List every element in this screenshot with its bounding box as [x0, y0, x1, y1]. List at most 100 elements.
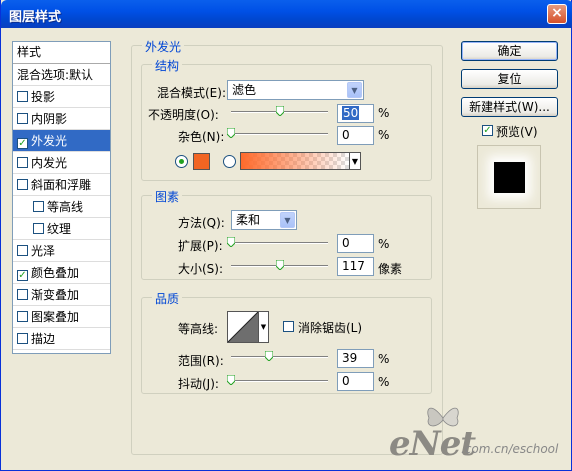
gradient-dropdown-icon[interactable]: ▼ — [350, 152, 361, 170]
style-item-label: 内发光 — [31, 156, 68, 170]
opacity-value: 50 — [342, 106, 360, 120]
contour-label: 等高线: — [178, 322, 219, 336]
preview-label[interactable]: 预览(V) — [496, 123, 538, 140]
method-value: 柔和 — [236, 213, 261, 227]
noise-slider[interactable] — [227, 128, 328, 138]
jitter-label: 抖动(J): — [178, 377, 219, 391]
style-item[interactable]: ✓ 颜色叠加 — [13, 262, 110, 284]
spread-unit: % — [378, 237, 390, 251]
watermark: eNet .com.cn/eschool — [389, 400, 569, 466]
noise-slider-thumb[interactable] — [227, 128, 235, 138]
close-button[interactable]: × — [547, 4, 567, 24]
chevron-down-icon: ▼ — [280, 212, 295, 228]
reset-button[interactable]: 复位 — [461, 69, 558, 89]
style-item-label: 光泽 — [31, 244, 56, 258]
quality-title: 品质 — [152, 290, 183, 307]
checkbox[interactable] — [17, 179, 28, 190]
checkbox[interactable] — [17, 113, 28, 124]
checked-checkbox[interactable]: ✓ — [17, 138, 28, 149]
style-item[interactable]: 渐变叠加 — [13, 284, 110, 306]
checkbox[interactable] — [33, 201, 44, 212]
style-item[interactable]: 光泽 — [13, 240, 110, 262]
noise-label: 杂色(N): — [178, 130, 225, 144]
style-item[interactable]: 纹理 — [13, 218, 110, 240]
structure-title: 结构 — [152, 57, 183, 74]
watermark-url: .com.cn/eschool — [461, 442, 559, 456]
checkbox[interactable] — [17, 157, 28, 168]
contour-preview[interactable] — [227, 311, 259, 343]
range-input[interactable]: 39 — [337, 349, 374, 368]
blend-mode-label: 混合模式(E): — [157, 86, 226, 100]
size-input[interactable]: 117 — [337, 257, 374, 276]
anti-alias-label[interactable]: 消除锯齿(L) — [298, 319, 362, 336]
checkbox[interactable] — [17, 245, 28, 256]
checkbox[interactable] — [33, 223, 44, 234]
checkbox[interactable] — [17, 91, 28, 102]
style-item-label: 纹理 — [47, 222, 72, 236]
range-unit: % — [378, 352, 390, 366]
elements-title: 图素 — [152, 188, 183, 205]
method-select[interactable]: 柔和 ▼ — [231, 210, 297, 230]
jitter-slider[interactable] — [227, 375, 328, 385]
outer-glow-title: 外发光 — [142, 38, 185, 55]
style-list-header[interactable]: 样式 — [13, 42, 110, 64]
style-item[interactable]: 等高线 — [13, 196, 110, 218]
size-slider[interactable] — [231, 260, 328, 270]
spread-slider[interactable] — [227, 237, 328, 247]
range-slider[interactable] — [231, 351, 328, 361]
ok-button[interactable]: 确定 — [461, 41, 558, 61]
glow-color-swatch[interactable] — [193, 153, 210, 170]
anti-alias-checkbox[interactable] — [283, 321, 294, 332]
new-style-button[interactable]: 新建样式(W)... — [461, 97, 558, 117]
style-item-label: 内阴影 — [31, 112, 68, 126]
size-label: 大小(S): — [178, 262, 224, 276]
spread-slider-thumb[interactable] — [227, 237, 235, 247]
style-item[interactable]: 内发光 — [13, 152, 110, 174]
glow-gradient-picker[interactable] — [240, 152, 350, 170]
chevron-down-icon: ▼ — [347, 82, 362, 98]
checkbox[interactable] — [17, 311, 28, 322]
opacity-input[interactable]: 50 — [337, 104, 374, 123]
checkbox[interactable] — [17, 289, 28, 300]
close-icon: × — [551, 5, 563, 21]
method-label: 方法(Q): — [178, 216, 225, 230]
contour-dropdown-icon[interactable]: ▼ — [259, 311, 269, 343]
size-slider-thumb[interactable] — [275, 260, 284, 270]
jitter-input[interactable]: 0 — [337, 372, 374, 391]
preview-swatch — [494, 162, 525, 193]
blend-options-item[interactable]: 混合选项:默认 — [13, 64, 110, 86]
gradient-radio[interactable] — [223, 155, 236, 168]
blend-mode-select[interactable]: 滤色 ▼ — [227, 80, 364, 100]
style-item-label: 颜色叠加 — [31, 266, 80, 280]
opacity-slider-thumb[interactable] — [275, 106, 284, 116]
radio-dot — [179, 159, 184, 164]
noise-input[interactable]: 0 — [337, 126, 374, 145]
style-item[interactable]: ✓ 外发光 — [13, 130, 110, 152]
jitter-slider-thumb[interactable] — [227, 375, 235, 385]
blend-mode-value: 滤色 — [232, 83, 257, 97]
opacity-slider[interactable] — [231, 106, 328, 116]
style-list: 样式 混合选项:默认 投影 内阴影 ✓ 外发光 内发光 斜面和浮雕 等高线 纹理 光泽 ✓ 颜色叠加… — [12, 41, 111, 354]
spread-label: 扩展(P): — [178, 239, 223, 253]
style-item[interactable]: 描边 — [13, 328, 110, 350]
opacity-label: 不透明度(O): — [148, 108, 219, 122]
solid-color-radio[interactable] — [175, 155, 188, 168]
style-item-label: 外发光 — [31, 134, 68, 148]
style-item-label: 等高线 — [47, 200, 84, 214]
noise-unit: % — [378, 128, 390, 142]
spread-input[interactable]: 0 — [337, 234, 374, 253]
style-item-label: 图案叠加 — [31, 310, 80, 324]
size-unit: 像素 — [378, 262, 403, 276]
title-bar[interactable]: 图层样式 × — [1, 0, 572, 28]
checked-checkbox[interactable]: ✓ — [17, 270, 28, 281]
window-title: 图层样式 — [9, 10, 62, 25]
style-item[interactable]: 图案叠加 — [13, 306, 110, 328]
jitter-unit: % — [378, 375, 390, 389]
range-slider-thumb[interactable] — [264, 351, 273, 361]
style-item-label: 渐变叠加 — [31, 288, 80, 302]
style-item[interactable]: 投影 — [13, 86, 110, 108]
style-item[interactable]: 内阴影 — [13, 108, 110, 130]
preview-checkbox[interactable]: ✓ — [482, 125, 493, 136]
style-item[interactable]: 斜面和浮雕 — [13, 174, 110, 196]
checkbox[interactable] — [17, 333, 28, 344]
